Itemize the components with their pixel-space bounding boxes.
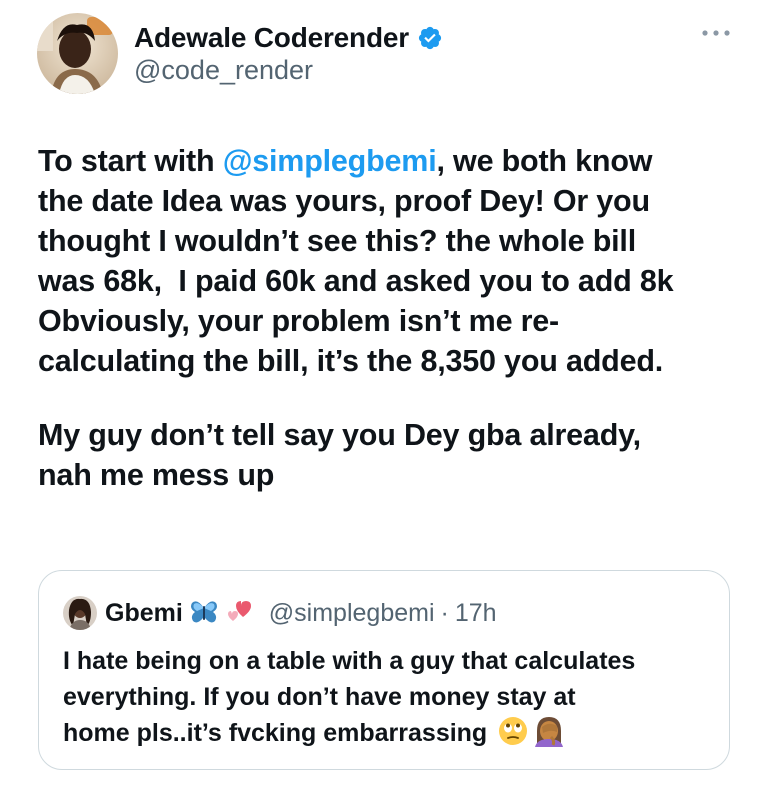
tweet-line: calculating the bill, it’s the 8,350 you… [38,344,664,378]
quoted-tweet-body: I hate being on a table with a guy that … [63,643,723,751]
quoted-timestamp[interactable]: 17h [455,599,497,628]
face-with-rolling-eyes-emoji-icon [499,717,528,745]
quoted-author-avatar[interactable] [63,596,97,630]
tweet-line: the date Idea was yours, proof Dey! Or y… [38,184,650,218]
more-dots-icon [702,30,730,36]
tweet-line: was 68k, I paid 60k and asked you to add… [38,264,674,298]
tweet-line: thought I wouldn’t see this? the whole b… [38,224,636,258]
quoted-tweet-text-segment: home pls..it’s fvcking embarrassing [63,719,488,747]
tweet-line: Obviously, your problem isn’t me re- [38,304,560,338]
tweet-line: nah me mess up [38,458,275,492]
author-display-name[interactable]: Adewale Coderender [134,22,409,54]
more-options-button[interactable] [698,22,734,44]
quoted-tweet-line: everything. If you don’t have money stay… [63,683,576,711]
two-hearts-emoji-icon [227,601,251,621]
tweet-text-segment: To start with [38,144,223,178]
tweet-text-segment: , we both know [436,144,653,178]
quoted-tweet-card[interactable]: Gbemi @simplegbemi · 17h I hate being on… [38,570,730,770]
quoted-author-name[interactable]: Gbemi [105,599,183,628]
quoted-user-avatar-photo-icon [63,596,97,630]
author-name-row[interactable]: Adewale Coderender [134,20,443,56]
quoted-tweet-line: I hate being on a table with a guy that … [63,647,636,675]
quoted-author-handle[interactable]: @simplegbemi [269,599,435,628]
separator-dot: · [440,598,449,627]
tweet-line: To start with @simplegbemi, we both know [38,141,738,181]
quoted-tweet-line: home pls..it’s fvcking embarrassing [63,715,723,751]
user-avatar-photo-icon [37,13,118,94]
butterfly-emoji-icon [190,601,217,623]
tweet-line: My guy don’t tell say you Dey gba alread… [38,418,641,452]
tweet-body: To start with @simplegbemi, we both know… [38,141,738,495]
quoted-tweet-header: Gbemi @simplegbemi · 17h [63,595,497,631]
author-handle[interactable]: @code_render [134,55,313,86]
woman-facepalming-emoji-icon [535,717,564,747]
verified-badge-icon [417,25,443,51]
mention-link[interactable]: @simplegbemi [223,144,437,178]
author-avatar[interactable] [37,13,118,94]
